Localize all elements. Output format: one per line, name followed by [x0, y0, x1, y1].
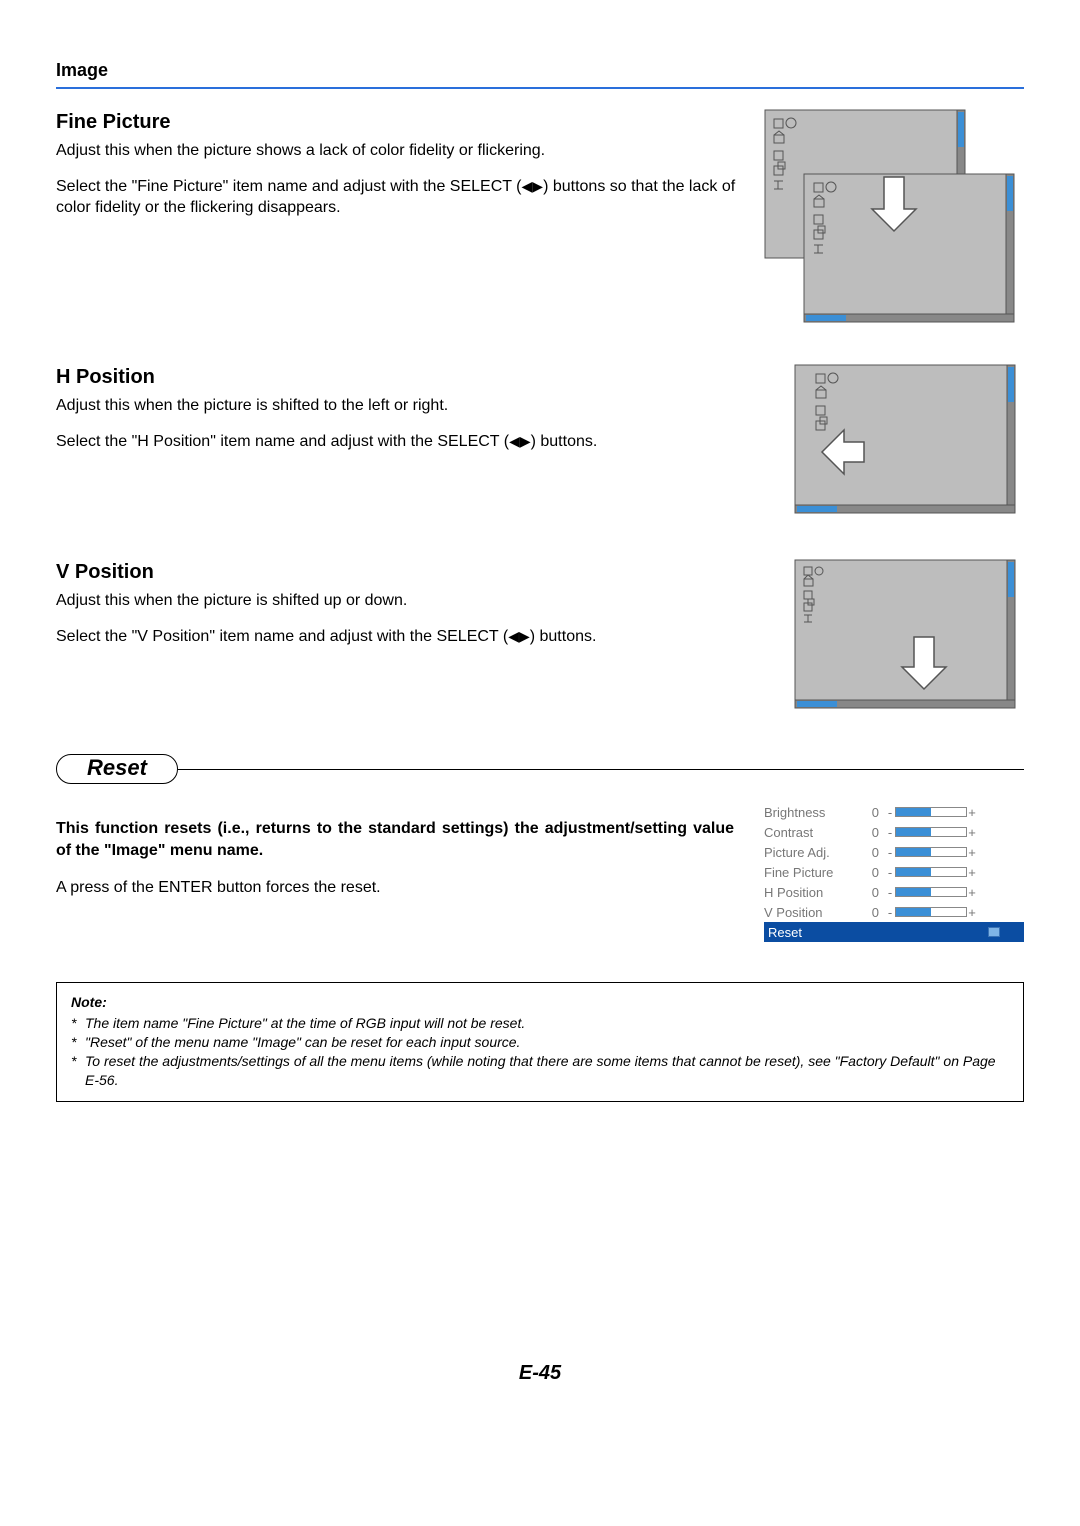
body-text: Adjust this when the picture shows a lac… — [56, 140, 744, 162]
body-text: Select the "V Position" item name and ad… — [56, 626, 774, 648]
reset-heading-row: Reset — [56, 754, 1024, 784]
illustration-fine-picture — [764, 109, 1024, 324]
heading-fine-picture: Fine Picture — [56, 109, 744, 136]
section-h-position: H Position Adjust this when the picture … — [56, 364, 1024, 519]
heading-h-position: H Position — [56, 364, 774, 391]
rule — [178, 769, 1024, 770]
left-right-arrows-icon: ◀▶ — [522, 178, 544, 194]
body-text: Select the "Fine Picture" item name and … — [56, 176, 744, 219]
reset-heading: Reset — [56, 754, 178, 784]
note-title: Note: — [71, 993, 1009, 1012]
reset-indicator-icon — [988, 927, 1000, 937]
note-item: *To reset the adjustments/settings of al… — [71, 1052, 1009, 1090]
osd-row: Fine Picture 0 - + — [764, 862, 1024, 882]
osd-row: V Position 0 - + — [764, 902, 1024, 922]
illustration-h-position — [794, 364, 1024, 519]
section-fine-picture: Fine Picture Adjust this when the pictur… — [56, 109, 1024, 324]
note-item: *"Reset" of the menu name "Image" can be… — [71, 1033, 1009, 1052]
body-text: Adjust this when the picture is shifted … — [56, 590, 774, 612]
osd-menu-table: Brightness 0 - + Contrast 0 - + Picture … — [764, 802, 1024, 942]
left-right-arrows-icon: ◀▶ — [509, 433, 531, 449]
osd-reset-row: Reset — [764, 922, 1024, 942]
header-rule — [56, 87, 1024, 89]
section-v-position: V Position Adjust this when the picture … — [56, 559, 1024, 714]
body-text: Select the "H Position" item name and ad… — [56, 431, 774, 453]
note-box: Note: *The item name "Fine Picture" at t… — [56, 982, 1024, 1102]
reset-bold-text: This function resets (i.e., returns to t… — [56, 818, 734, 861]
osd-row: Contrast 0 - + — [764, 822, 1024, 842]
left-right-arrows-icon: ◀▶ — [508, 628, 530, 644]
illustration-v-position — [794, 559, 1024, 714]
osd-row: Brightness 0 - + — [764, 802, 1024, 822]
page-number: E-45 — [56, 1362, 1024, 1385]
reset-body-text: A press of the ENTER button forces the r… — [56, 877, 734, 899]
heading-v-position: V Position — [56, 559, 774, 586]
osd-row: H Position 0 - + — [764, 882, 1024, 902]
note-item: *The item name "Fine Picture" at the tim… — [71, 1014, 1009, 1033]
section-reset: This function resets (i.e., returns to t… — [56, 802, 1024, 942]
breadcrumb: Image — [56, 60, 1024, 81]
body-text: Adjust this when the picture is shifted … — [56, 395, 774, 417]
osd-row: Picture Adj. 0 - + — [764, 842, 1024, 862]
